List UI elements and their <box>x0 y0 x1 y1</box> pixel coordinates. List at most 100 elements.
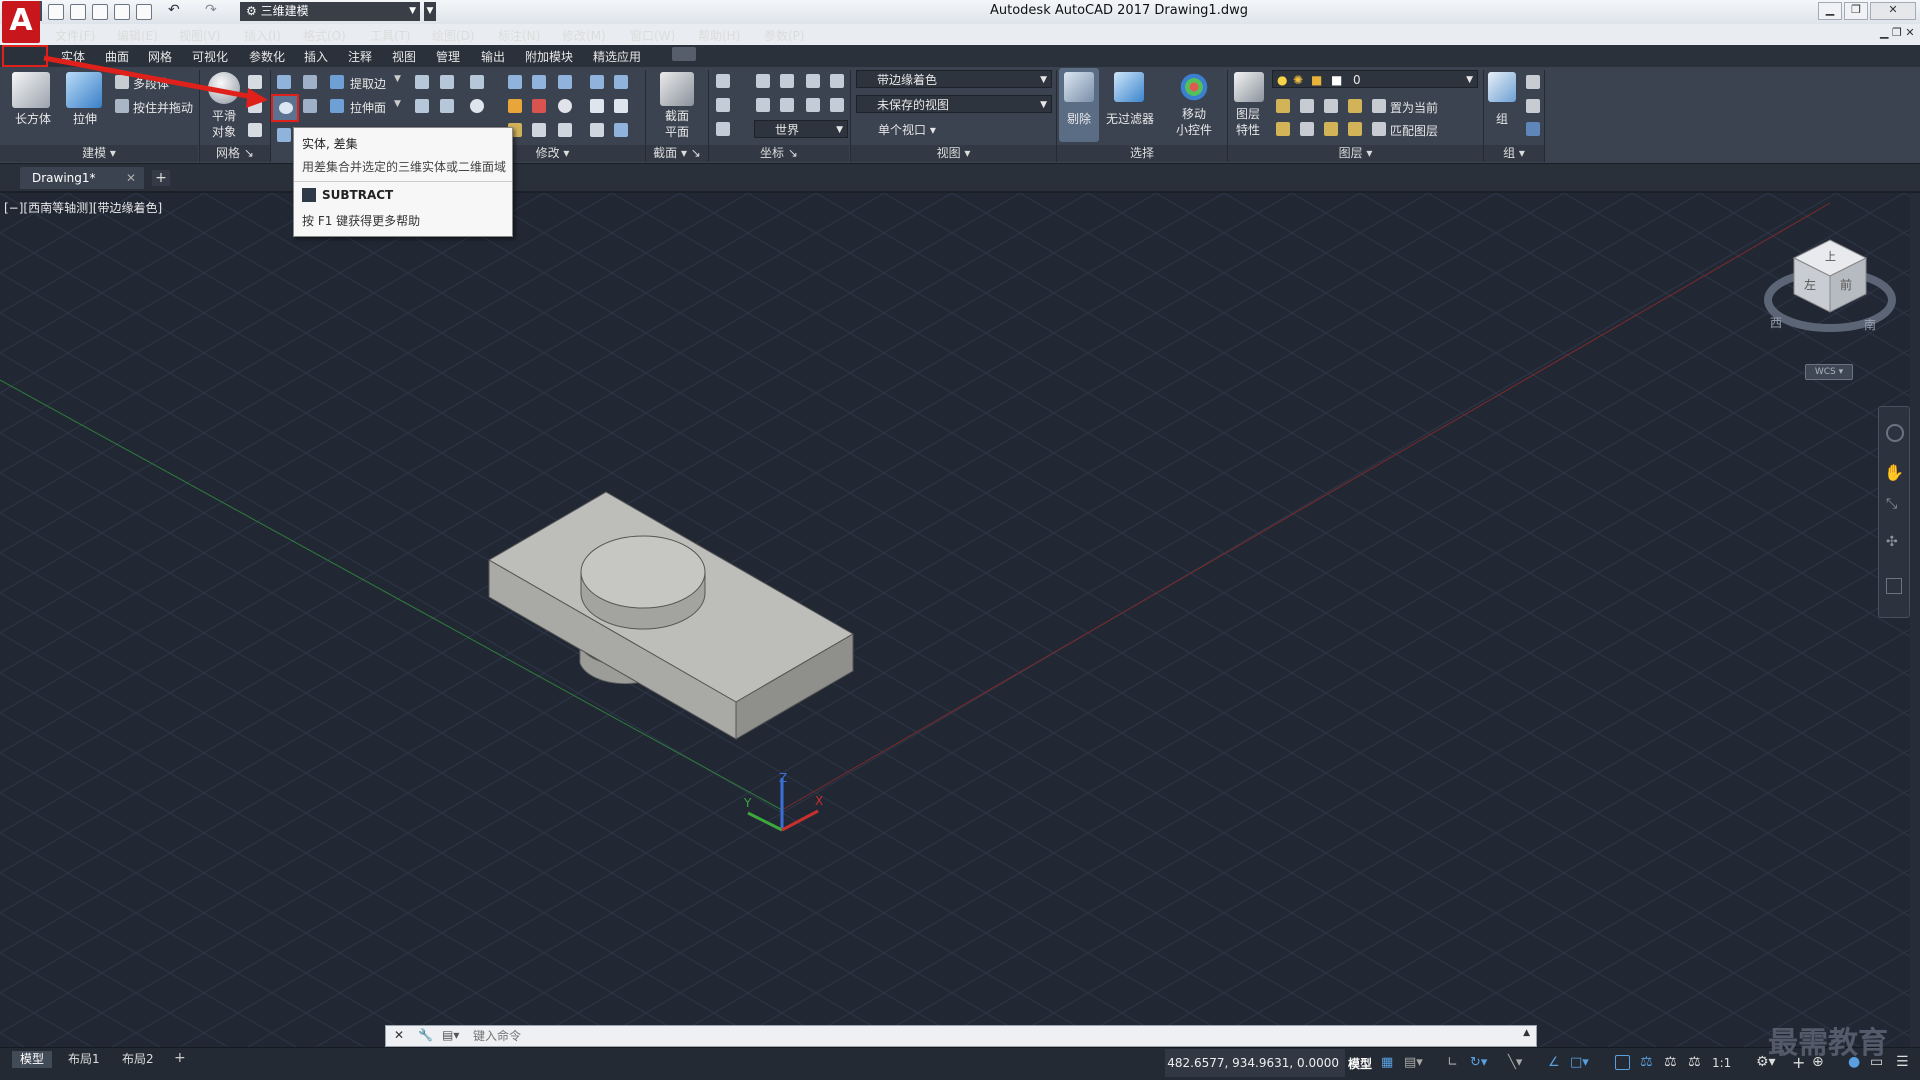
named-view-dropdown[interactable]: 未保存的视图 ▼ <box>856 95 1052 113</box>
layout-tab-layout1[interactable]: 布局1 <box>60 1051 108 1068</box>
qat-customize-icon[interactable]: ▼ <box>424 2 436 21</box>
layer-unisolate-icon[interactable] <box>1300 122 1314 136</box>
layout-tab-layout2[interactable]: 布局2 <box>114 1051 162 1068</box>
isodraft-icon[interactable]: ╲▾ <box>1508 1055 1522 1070</box>
make-current-button[interactable]: 置为当前 <box>1390 99 1438 116</box>
intersect-icon[interactable] <box>277 128 291 142</box>
close-button[interactable]: ✕ <box>1870 2 1916 20</box>
ucs-world-icon[interactable] <box>716 98 730 112</box>
menu-tools[interactable]: 工具(T) <box>370 27 411 44</box>
chevron-down-icon[interactable]: ▼ <box>394 74 401 84</box>
layer-thaw-icon[interactable] <box>1324 122 1338 136</box>
object-snap-tracking-icon[interactable]: ∠ <box>1548 1055 1560 1070</box>
redo-icon[interactable]: ↷ <box>205 2 217 18</box>
ucs-origin-icon[interactable] <box>756 74 770 88</box>
polyline-icon[interactable] <box>440 75 454 89</box>
viewport-scrollbar[interactable] <box>1910 193 1920 1049</box>
grid-icon[interactable]: ▦ <box>1381 1055 1393 1070</box>
coordinates-readout[interactable]: 482.6577, 934.9631, 0.0000 <box>1165 1049 1345 1077</box>
tab-insert[interactable]: 插入 <box>304 48 328 65</box>
command-input[interactable] <box>471 1027 1515 1045</box>
auto-scale-icon[interactable]: ⚖ <box>1664 1054 1677 1070</box>
showmotion-icon[interactable] <box>1886 578 1902 594</box>
menu-format[interactable]: 格式(O) <box>303 27 346 44</box>
undo-icon[interactable]: ↶ <box>168 2 180 18</box>
mirror-icon[interactable] <box>532 123 546 137</box>
ribbon-state-icon[interactable] <box>672 47 696 61</box>
annotation-scale-value[interactable]: 1:1 <box>1712 1056 1731 1070</box>
visual-style-dropdown[interactable]: 带边缘着色 ▼ <box>856 70 1052 88</box>
stretch-icon[interactable] <box>558 123 572 137</box>
save-as-icon[interactable] <box>114 4 130 20</box>
viewcube-left-face[interactable]: 左 <box>1804 276 1816 293</box>
match-layer-icon[interactable] <box>1372 122 1386 136</box>
chevron-up-icon[interactable]: ▲ <box>1523 1028 1530 1038</box>
menu-help[interactable]: 帮助(H) <box>698 27 740 44</box>
move-icon[interactable] <box>508 75 522 89</box>
fillet-icon[interactable] <box>508 99 522 113</box>
compass-west[interactable]: 西 <box>1770 314 1782 331</box>
ucs-3point-icon[interactable] <box>806 74 820 88</box>
section-plane-label[interactable]: 截面 平面 <box>655 108 699 140</box>
tab-addins[interactable]: 附加模块 <box>525 48 573 65</box>
mesh-tool3-icon[interactable] <box>248 123 262 137</box>
dynamic-ucs-icon[interactable] <box>1615 1055 1630 1070</box>
viewcube-top-face[interactable]: 上 <box>1825 248 1836 264</box>
panel-modeling[interactable]: 建模 ▾ <box>0 145 198 162</box>
close-icon[interactable]: ✕ <box>394 1028 404 1042</box>
shell-icon[interactable] <box>614 99 628 113</box>
ungroup-icon[interactable] <box>1526 75 1540 89</box>
array-icon[interactable] <box>532 99 546 113</box>
plot-icon[interactable] <box>136 4 152 20</box>
object-snap-icon[interactable]: □▾ <box>1570 1055 1589 1070</box>
pan-icon[interactable]: ✋ <box>1884 463 1904 482</box>
rotate-3d-icon[interactable] <box>558 99 572 113</box>
chevron-down-icon[interactable]: ▼ <box>394 99 401 109</box>
doc-window-controls[interactable]: ▁ ❐ ✕ <box>1880 26 1915 39</box>
steering-wheel-icon[interactable] <box>1886 424 1904 442</box>
set-current-icon[interactable] <box>1372 99 1386 113</box>
ucs-x-icon[interactable] <box>756 98 770 112</box>
panel-mesh[interactable]: 网格 ↘ <box>200 145 270 162</box>
panel-view[interactable]: 视图 ▾ <box>851 145 1056 162</box>
group-edit-icon[interactable] <box>1526 99 1540 113</box>
open-icon[interactable] <box>70 4 86 20</box>
ucs-view-icon[interactable] <box>830 74 844 88</box>
layer-on-icon[interactable] <box>1276 122 1290 136</box>
gizmo-label[interactable]: 移动 小控件 <box>1170 106 1218 138</box>
ucs-object-icon[interactable] <box>806 98 820 112</box>
menu-window[interactable]: 窗口(W) <box>630 27 675 44</box>
wrench-icon[interactable]: 🔧 <box>418 1028 433 1042</box>
spline-icon[interactable] <box>415 99 429 113</box>
panel-selection[interactable]: 选择 <box>1057 145 1227 162</box>
annotation-visibility-icon[interactable]: ⚖ <box>1640 1054 1653 1070</box>
ucs-face-icon[interactable] <box>830 98 844 112</box>
layer-properties-icon[interactable] <box>1234 72 1264 102</box>
ucs-icon[interactable] <box>716 74 730 88</box>
layer-isolate-icon[interactable] <box>1300 99 1314 113</box>
layer-off-icon[interactable] <box>1276 99 1290 113</box>
layout-tab-model[interactable]: 模型 <box>12 1051 53 1068</box>
layer-properties-label[interactable]: 图层 特性 <box>1228 106 1268 138</box>
arc-icon[interactable] <box>470 75 484 89</box>
extrude-faces-icon[interactable] <box>330 99 344 113</box>
tab-view[interactable]: 视图 <box>392 48 416 65</box>
chamfer-icon[interactable] <box>590 123 604 137</box>
ucs-z-icon[interactable] <box>780 74 794 88</box>
layer-freeze-icon[interactable] <box>1324 99 1338 113</box>
orbit-icon[interactable]: ✣ <box>1886 534 1898 550</box>
snap-icon[interactable]: ▤▾ <box>1404 1055 1423 1070</box>
command-line[interactable]: ✕ 🔧 ▤▾ ▲ <box>385 1025 1537 1047</box>
line-icon[interactable] <box>415 75 429 89</box>
workspace-dropdown[interactable]: ⚙ 三维建模 ▼ <box>240 2 420 21</box>
viewport-controls-label[interactable]: [−][西南等轴测][带边缘着色] <box>4 199 162 216</box>
interfere-icon[interactable] <box>303 99 317 113</box>
match-layer-button[interactable]: 匹配图层 <box>1390 122 1438 139</box>
trim-icon[interactable] <box>614 75 628 89</box>
ucs-named-icon[interactable] <box>716 122 730 136</box>
move-3d-icon[interactable] <box>558 75 572 89</box>
polar-icon[interactable]: ↻▾ <box>1470 1055 1487 1070</box>
panel-section[interactable]: 截面 ▾ ↘ <box>646 145 708 162</box>
menu-parametric[interactable]: 参数(P) <box>764 27 805 44</box>
circle-icon[interactable] <box>470 99 484 113</box>
